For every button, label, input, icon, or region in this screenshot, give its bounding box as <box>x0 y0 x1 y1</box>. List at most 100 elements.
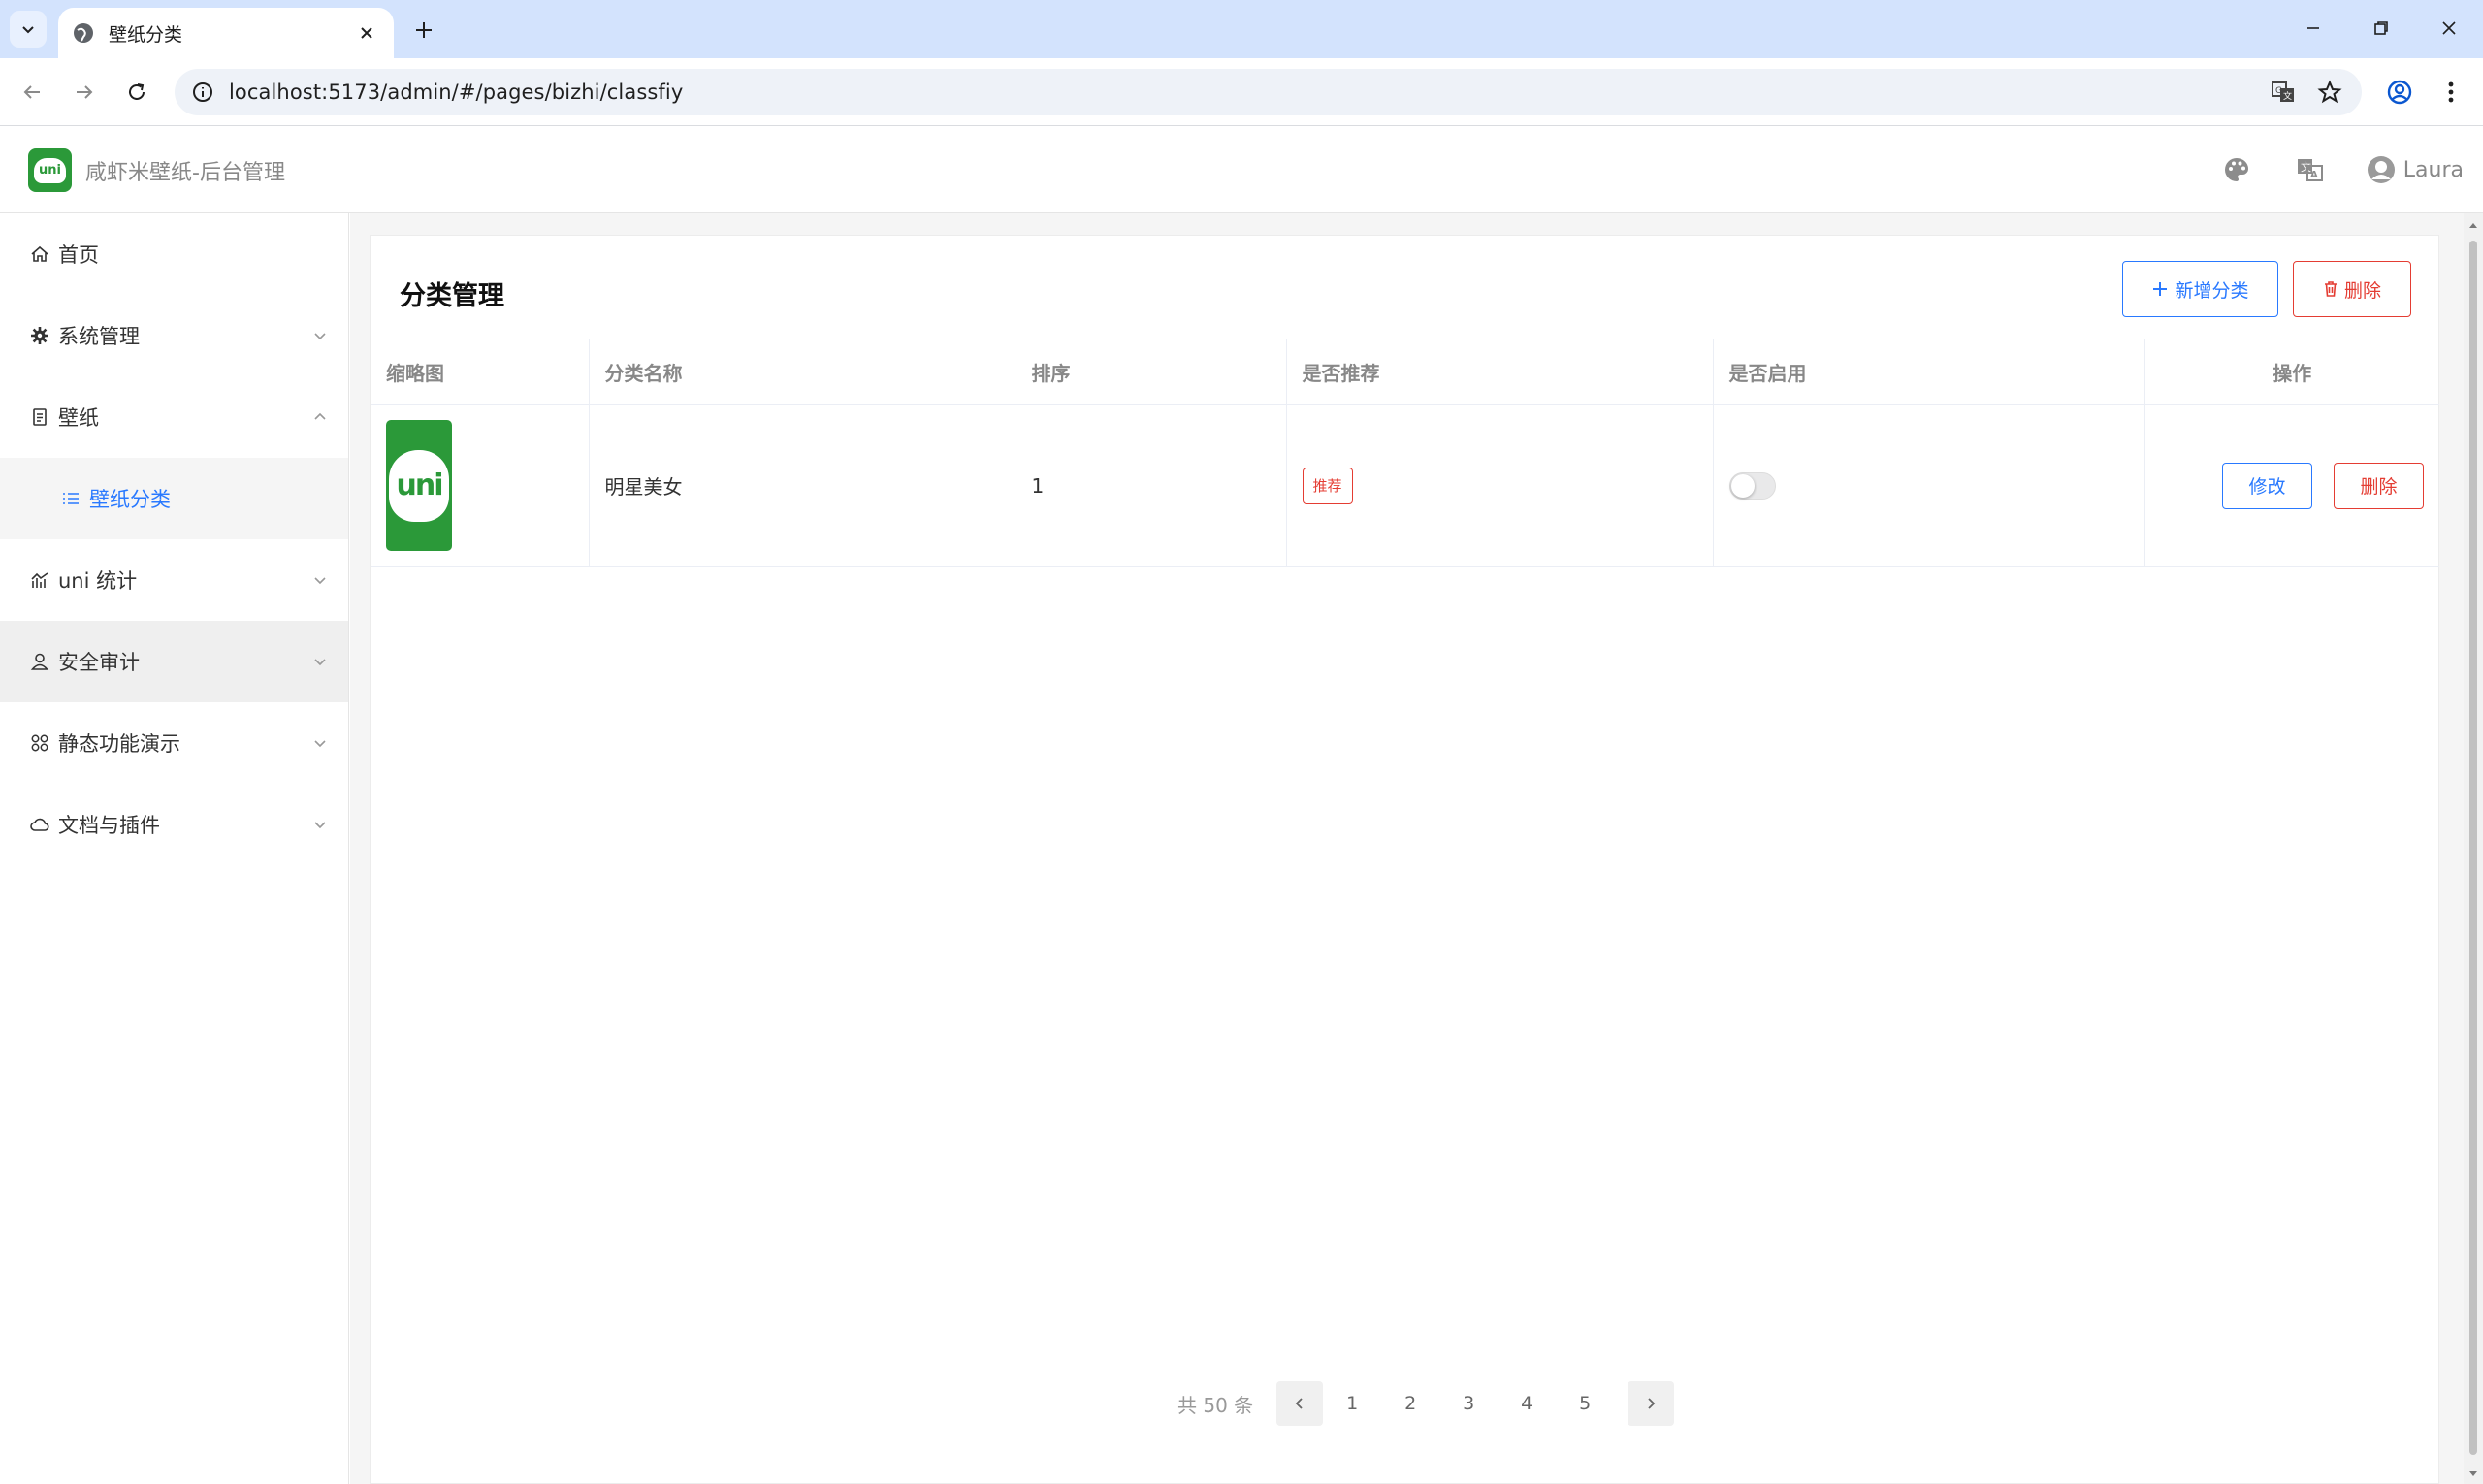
page-number[interactable]: 4 <box>1498 1393 1556 1414</box>
sidebar-item-label: uni 统计 <box>58 569 138 593</box>
trash-icon <box>2324 281 2337 297</box>
page-number[interactable]: 5 <box>1556 1393 1614 1414</box>
switch-knob <box>1730 473 1755 498</box>
tab-title: 壁纸分类 <box>109 23 183 46</box>
thumbnail-image[interactable]: uni <box>386 420 452 551</box>
sidebar-item-uni-stats[interactable]: uni 统计 <box>0 539 348 621</box>
thumbnail-cell: uni <box>371 404 590 567</box>
thumbnail-text: uni <box>389 449 449 522</box>
category-table: 缩略图 分类名称 排序 是否推荐 是否启用 操作 uni 明星美女 1 推荐 修… <box>371 339 2439 567</box>
page-number[interactable]: 1 <box>1323 1393 1381 1414</box>
sidebar-item-docs-plugins[interactable]: 文档与插件 <box>0 784 348 865</box>
close-window-button[interactable] <box>2415 0 2483 56</box>
sidebar-item-label: 壁纸分类 <box>89 488 171 511</box>
batch-delete-button[interactable]: 删除 <box>2293 261 2411 317</box>
minimize-button[interactable] <box>2279 0 2347 56</box>
restore-button[interactable] <box>2347 0 2415 56</box>
svg-text:文: 文 <box>2283 90 2292 102</box>
bookmark-star-icon[interactable] <box>2315 78 2344 107</box>
address-bar[interactable]: localhost:5173/admin/#/pages/bizhi/class… <box>175 69 2362 115</box>
content-card: 分类管理 新增分类 删除 缩略图 分类名称 排序 是否推荐 是否启用 操作 un… <box>370 235 2439 1484</box>
scroll-down-icon[interactable] <box>2467 1468 2479 1480</box>
arrow-right-icon <box>77 85 93 99</box>
new-tab-button[interactable] <box>407 14 440 47</box>
logo-text: uni <box>34 157 66 183</box>
chart-icon <box>29 569 50 591</box>
browser-menu-button[interactable] <box>2433 74 2469 111</box>
reload-button[interactable] <box>118 74 155 111</box>
language-icon[interactable]: 文A <box>2293 152 2328 187</box>
document-icon <box>29 406 50 428</box>
scroll-thumb[interactable] <box>2469 241 2477 1455</box>
table-header-row: 缩略图 分类名称 排序 是否推荐 是否启用 操作 <box>371 339 2439 405</box>
enabled-cell <box>1713 404 2145 567</box>
add-category-label: 新增分类 <box>2175 279 2249 302</box>
chevron-down-icon <box>309 651 331 672</box>
profile-icon <box>2387 80 2412 105</box>
sidebar-item-label: 安全审计 <box>58 651 140 674</box>
chevron-left-icon <box>1295 1398 1303 1409</box>
app-logo[interactable]: uni <box>28 148 72 192</box>
profile-button[interactable] <box>2381 74 2418 111</box>
column-name: 分类名称 <box>589 339 1016 405</box>
delete-button[interactable]: 删除 <box>2334 462 2424 509</box>
user-menu[interactable]: Laura <box>2367 155 2464 184</box>
sidebar-item-home[interactable]: 首页 <box>0 213 348 295</box>
person-icon <box>29 651 50 672</box>
scroll-up-icon[interactable] <box>2467 219 2479 231</box>
tab-close-button[interactable] <box>353 19 380 47</box>
close-icon <box>361 27 372 39</box>
chevron-down-icon <box>309 325 331 346</box>
recommend-tag: 推荐 <box>1302 467 1353 504</box>
category-sort: 1 <box>1016 404 1287 567</box>
sidebar-item-wallpaper-classify[interactable]: 壁纸分类 <box>0 458 348 539</box>
sidebar-item-security-audit[interactable]: 安全审计 <box>0 621 348 702</box>
plus-icon <box>2153 282 2168 296</box>
sidebar-item-label: 首页 <box>58 243 99 267</box>
forward-button[interactable] <box>66 74 103 111</box>
sidebar-item-label: 壁纸 <box>58 406 99 430</box>
sidebar-item-static-demo[interactable]: 静态功能演示 <box>0 702 348 784</box>
browser-tabstrip: 壁纸分类 <box>0 0 2483 58</box>
palette-icon[interactable] <box>2219 152 2254 187</box>
page-number[interactable]: 2 <box>1381 1393 1439 1414</box>
browser-toolbar: localhost:5173/admin/#/pages/bizhi/class… <box>0 58 2483 126</box>
reload-icon <box>129 83 145 100</box>
user-avatar-icon <box>2367 156 2395 183</box>
gear-icon <box>29 325 50 346</box>
recommend-cell: 推荐 <box>1286 404 1714 567</box>
page-scrollbar[interactable] <box>2464 213 2483 1484</box>
next-page-button[interactable] <box>1628 1381 1675 1426</box>
sidebar-item-wallpaper[interactable]: 壁纸 <box>0 376 348 458</box>
back-button[interactable] <box>14 74 50 111</box>
kebab-menu-icon <box>2448 81 2454 103</box>
column-recommend: 是否推荐 <box>1286 339 1714 405</box>
chevron-down-icon <box>309 732 331 754</box>
tab-search-button[interactable] <box>10 11 47 48</box>
header-actions: 文A Laura <box>2219 147 2464 192</box>
chevron-down-icon <box>309 569 331 591</box>
list-icon <box>60 488 81 509</box>
cloud-icon <box>29 814 50 835</box>
pagination: 共 50 条 1 2 3 4 5 <box>1177 1380 1675 1427</box>
browser-tab-active[interactable]: 壁纸分类 <box>58 8 394 58</box>
chevron-up-icon <box>309 406 331 428</box>
add-category-button[interactable]: 新增分类 <box>2122 261 2278 317</box>
chevron-down-icon <box>22 26 34 34</box>
site-info-icon[interactable] <box>190 80 215 105</box>
sidebar-item-label: 系统管理 <box>58 325 140 348</box>
translate-icon[interactable]: G文 <box>2269 78 2298 107</box>
edit-button[interactable]: 修改 <box>2222 462 2312 509</box>
grid-icon <box>29 732 50 754</box>
batch-delete-label: 删除 <box>2343 279 2381 302</box>
column-enabled: 是否启用 <box>1713 339 2145 405</box>
enabled-switch[interactable] <box>1728 471 1776 500</box>
prev-page-button[interactable] <box>1276 1381 1324 1426</box>
sidebar-item-system[interactable]: 系统管理 <box>0 295 348 376</box>
chevron-right-icon <box>1648 1398 1656 1409</box>
category-name: 明星美女 <box>589 404 1016 567</box>
page-number[interactable]: 3 <box>1439 1393 1498 1414</box>
user-name: Laura <box>2402 157 2464 182</box>
url-text[interactable]: localhost:5173/admin/#/pages/bizhi/class… <box>229 81 2269 104</box>
arrow-left-icon <box>23 85 40 99</box>
